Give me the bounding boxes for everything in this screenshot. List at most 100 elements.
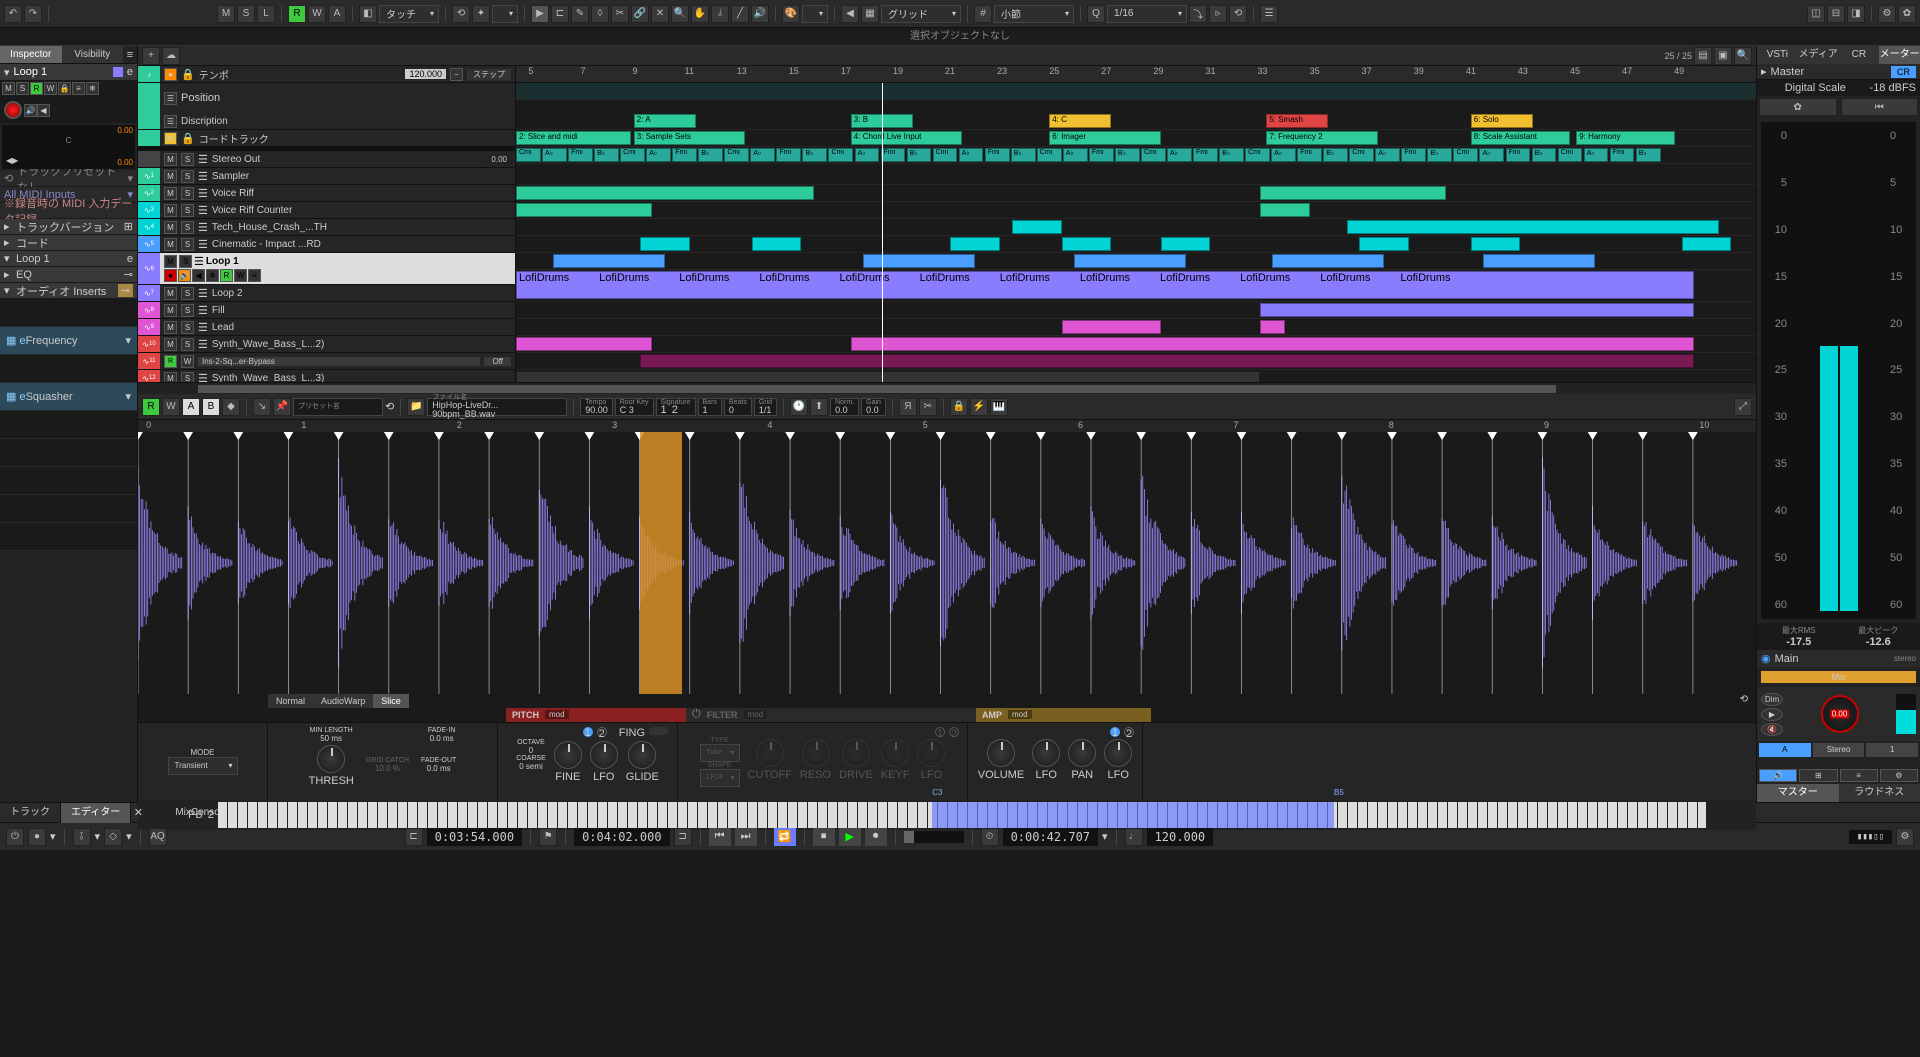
- loop1-hdr[interactable]: Loop 1: [16, 253, 123, 265]
- cycle-button[interactable]: 🔁: [774, 828, 796, 846]
- chord-event[interactable]: A♭: [1167, 148, 1192, 162]
- track-row[interactable]: ∿10 MS☰Synth_Wave_Bass_L...2): [138, 336, 515, 353]
- preset-reload-icon[interactable]: ⟲: [385, 400, 394, 413]
- color-drop[interactable]: [802, 5, 828, 23]
- audio-clip[interactable]: [516, 203, 652, 217]
- chord-event[interactable]: A♭: [542, 148, 567, 162]
- chord-event[interactable]: A♭: [750, 148, 775, 162]
- quantize-apply-icon[interactable]: Q: [1087, 5, 1105, 23]
- track-row[interactable]: ∿2 MS☰Voice Riff: [138, 185, 515, 202]
- nudge-left-icon[interactable]: ◀: [841, 5, 859, 23]
- ed-a-btn[interactable]: A: [182, 398, 200, 416]
- power-icon[interactable]: ⏻: [6, 828, 24, 846]
- arranger-event[interactable]: 9: Harmony: [1576, 131, 1675, 145]
- key-zone[interactable]: [932, 802, 1334, 828]
- zone-end[interactable]: B5: [1334, 788, 1344, 797]
- quantize-dropdown[interactable]: 1/16: [1107, 5, 1187, 23]
- chord-event[interactable]: A♭: [1375, 148, 1400, 162]
- chord-event[interactable]: B♭: [594, 148, 619, 162]
- warp-tool-icon[interactable]: ⫰: [711, 5, 729, 23]
- track-row[interactable]: ∿1 MS☰Sampler: [138, 168, 515, 185]
- insert-slot-2[interactable]: [0, 355, 137, 383]
- chord-event[interactable]: Cmi: [828, 148, 853, 162]
- ed-r-icon[interactable]: Я: [899, 398, 917, 416]
- rewind-button[interactable]: ⏮: [709, 828, 731, 846]
- chord-event[interactable]: Fmi: [672, 148, 697, 162]
- audio-clip[interactable]: [1347, 220, 1719, 234]
- chord-event[interactable]: A♭: [1584, 148, 1609, 162]
- edit-icon[interactable]: e: [127, 66, 133, 78]
- time-fmt-icon[interactable]: ⏲: [981, 828, 999, 846]
- chord-event[interactable]: B♭: [1115, 148, 1140, 162]
- solo-btn[interactable]: S: [237, 5, 255, 23]
- redo-button[interactable]: ↷: [24, 5, 42, 23]
- chord-event[interactable]: A♭: [646, 148, 671, 162]
- line-tool-icon[interactable]: ╱: [731, 5, 749, 23]
- chord-event[interactable]: B♭: [1011, 148, 1036, 162]
- track-row[interactable]: ∿12 MS☰Synth_Wave_Bass_L...3): [138, 370, 515, 382]
- audio-clip[interactable]: [640, 354, 1694, 368]
- master-tab-bottom[interactable]: マスター: [1757, 784, 1839, 802]
- audio-clip[interactable]: [553, 254, 665, 268]
- ed-up-icon[interactable]: ⬆: [810, 398, 828, 416]
- marker[interactable]: 2: A: [634, 114, 696, 128]
- filter-icon-1[interactable]: ▤: [1694, 47, 1712, 65]
- chord-event[interactable]: Cmi: [620, 148, 645, 162]
- chord-event[interactable]: Cmi: [516, 148, 541, 162]
- aq-button[interactable]: AQ: [149, 828, 167, 846]
- cr-button[interactable]: CR: [1891, 66, 1916, 78]
- tempo-value[interactable]: 120.000: [405, 69, 446, 79]
- tempo-lock-icon[interactable]: 🔒: [181, 68, 195, 81]
- expand-icon[interactable]: ▾: [4, 66, 10, 79]
- audio-clip[interactable]: [1359, 237, 1409, 251]
- folder-icon[interactable]: 📁: [407, 398, 425, 416]
- insert-slot-4[interactable]: [0, 411, 137, 439]
- draw-tool-icon[interactable]: ✎: [571, 5, 589, 23]
- chord-event[interactable]: Fmi: [776, 148, 801, 162]
- insert-slot-empty[interactable]: [0, 299, 137, 327]
- grid-dropdown[interactable]: グリッド: [881, 5, 961, 23]
- zoom-tool-icon[interactable]: 🔍: [671, 5, 689, 23]
- lock-mini[interactable]: 🔒: [58, 82, 71, 95]
- ed-clock-icon[interactable]: 🕐: [790, 398, 808, 416]
- chord-event[interactable]: A♭: [1063, 148, 1088, 162]
- read-btn[interactable]: R: [288, 5, 306, 23]
- bars-dropdown[interactable]: 小節: [994, 5, 1074, 23]
- chord-event[interactable]: Fmi: [1610, 148, 1635, 162]
- meter-tab[interactable]: メーター: [1879, 46, 1920, 64]
- tempo-active[interactable]: ●: [164, 68, 177, 81]
- mode-dropdown[interactable]: Transient: [168, 757, 238, 775]
- pitch-mod[interactable]: mod: [545, 710, 569, 719]
- zone-bottom-icon[interactable]: ⊟: [1827, 5, 1845, 23]
- filter-mod[interactable]: mod: [744, 710, 768, 719]
- track-color-swatch[interactable]: [113, 67, 123, 77]
- close-editor-icon[interactable]: ✕: [131, 806, 145, 819]
- visibility-tab[interactable]: Visibility: [62, 46, 124, 63]
- erase-tool-icon[interactable]: ◊: [591, 5, 609, 23]
- chord-event[interactable]: Fmi: [1089, 148, 1114, 162]
- chord-event[interactable]: Fmi: [1297, 148, 1322, 162]
- track-row[interactable]: ∿8 MS☰Fill: [138, 302, 515, 319]
- arrow-tool-icon[interactable]: ▶: [531, 5, 549, 23]
- media-tab[interactable]: メディア: [1798, 46, 1839, 64]
- audio-clip[interactable]: [863, 254, 975, 268]
- cr-a-button[interactable]: A: [1759, 743, 1811, 757]
- chord-event[interactable]: A♭: [1479, 148, 1504, 162]
- stop-button[interactable]: ⏹: [813, 828, 835, 846]
- ed-midi-icon[interactable]: 🎹: [990, 398, 1008, 416]
- insert-slot-6[interactable]: [0, 467, 137, 495]
- chord-event[interactable]: Fmi: [1401, 148, 1426, 162]
- zone-right-icon[interactable]: ◨: [1847, 5, 1865, 23]
- mix-button[interactable]: Mix: [1761, 671, 1916, 683]
- chord-event[interactable]: B♭: [1427, 148, 1452, 162]
- tv-icon[interactable]: ⊞: [124, 220, 133, 233]
- chord-event[interactable]: Cmi: [1349, 148, 1374, 162]
- chord-event[interactable]: Cmi: [1245, 148, 1270, 162]
- color-tool-icon[interactable]: 🎨: [782, 5, 800, 23]
- thresh-knob[interactable]: [317, 745, 345, 773]
- search-icon[interactable]: 🔍: [1734, 47, 1752, 65]
- meter-reset-icon[interactable]: ⏮: [1841, 98, 1919, 116]
- audio-clip[interactable]: [1471, 237, 1521, 251]
- prefs-icon[interactable]: ✿: [1898, 5, 1916, 23]
- track-preset-icon[interactable]: ☁: [162, 47, 180, 65]
